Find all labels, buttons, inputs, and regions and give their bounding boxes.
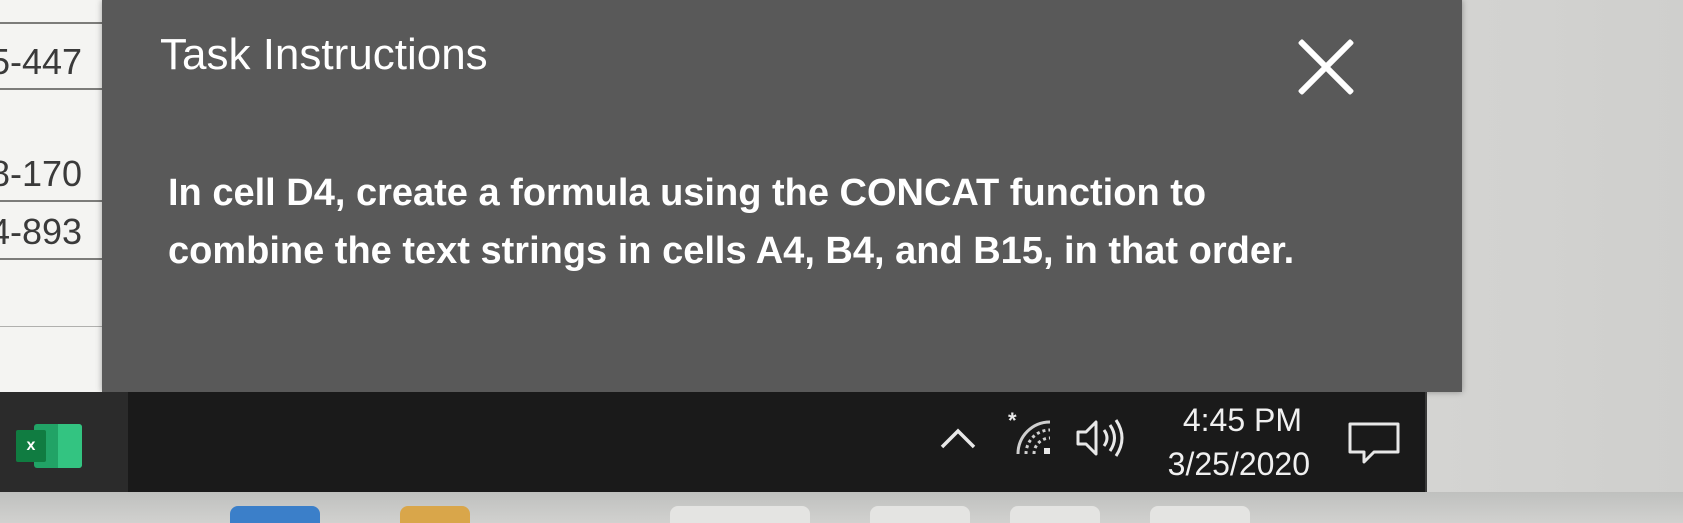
bezel-reflection [1150, 506, 1250, 523]
wifi-icon[interactable]: * [1006, 410, 1062, 466]
system-clock[interactable]: 4:45 PM 3/25/2020 [1148, 394, 1324, 490]
taskbar-app-area: x [0, 392, 128, 492]
volume-icon[interactable] [1074, 414, 1130, 462]
taskbar: x * 4:45 PM 3/25/2020 [0, 392, 1427, 492]
task-instructions-panel: Task Instructions In cell D4, create a f… [102, 0, 1462, 392]
notification-icon[interactable] [1346, 418, 1402, 468]
bezel-reflection [230, 506, 320, 523]
panel-title: Task Instructions [160, 30, 488, 79]
excel-icon[interactable]: x [16, 424, 82, 468]
clock-time: 4:45 PM [1182, 402, 1302, 438]
bezel-reflection [870, 506, 970, 523]
bezel-reflection [1010, 506, 1100, 523]
excel-icon-x: x [16, 430, 46, 462]
bezel-reflection [400, 506, 470, 523]
chevron-up-icon[interactable] [938, 423, 978, 453]
monitor-bezel [0, 492, 1683, 523]
screen: 5-447 8-170 4-893 Task Instructions In c… [0, 0, 1683, 523]
close-icon[interactable] [1295, 36, 1357, 98]
svg-text:*: * [1008, 410, 1017, 433]
bezel-reflection [670, 506, 810, 523]
clock-date: 3/25/2020 [1167, 446, 1310, 482]
task-instructions-text: In cell D4, create a formula using the C… [168, 172, 1295, 272]
